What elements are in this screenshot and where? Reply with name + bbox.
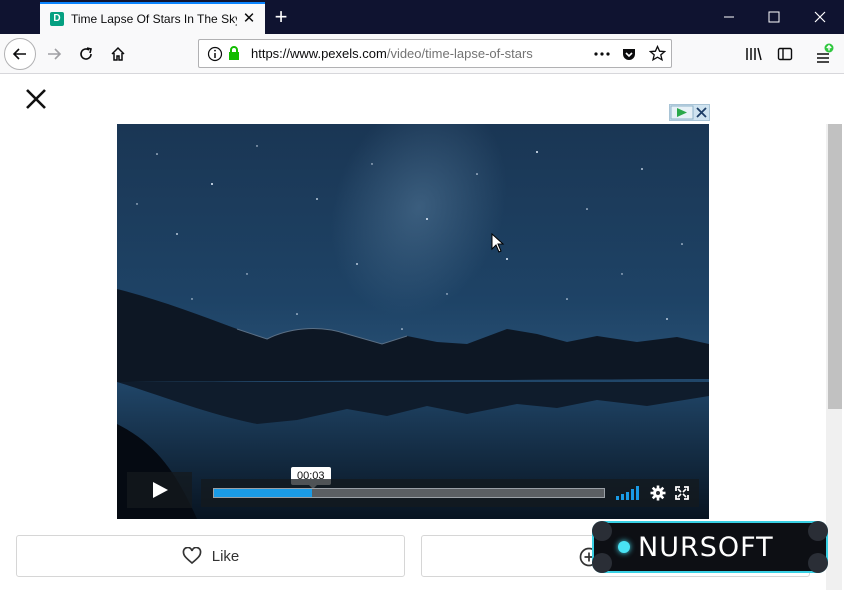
starry-night-video-frame: [117, 124, 709, 519]
url-text[interactable]: https://www.pexels.com/video/time-lapse-…: [251, 46, 556, 61]
watermark-logo: NURSOFT: [592, 521, 828, 573]
ad-close-icon[interactable]: [694, 105, 709, 120]
new-tab-button[interactable]: +: [270, 6, 292, 28]
reload-button[interactable]: [70, 38, 102, 70]
minimize-button[interactable]: [706, 0, 752, 34]
volume-level-icon[interactable]: [615, 486, 641, 500]
tab-title: Time Lapse Of Stars In The Sky: [71, 12, 237, 26]
mouse-cursor-icon: [491, 233, 505, 253]
home-button[interactable]: [102, 38, 134, 70]
progress-bar[interactable]: [213, 488, 605, 498]
scrollbar-thumb[interactable]: [828, 124, 842, 409]
watermark-text: NURSOFT: [638, 531, 774, 563]
ad-badge[interactable]: [669, 104, 710, 121]
reload-icon: [80, 47, 92, 60]
video-control-bar: [201, 479, 699, 507]
tab-close-icon[interactable]: ✕: [241, 11, 257, 27]
sidebar-icon: [777, 47, 793, 61]
watermark-dot-icon: [618, 541, 630, 553]
menu-button[interactable]: [808, 38, 840, 70]
video-player[interactable]: 00:03: [117, 124, 709, 519]
like-button[interactable]: Like: [16, 535, 405, 577]
heart-icon: [182, 547, 202, 565]
close-icon: [26, 89, 46, 109]
forward-arrow-icon: [48, 48, 62, 60]
bookmark-star-icon[interactable]: [649, 45, 666, 62]
tab-favicon-icon: D: [50, 12, 64, 26]
forward-button[interactable]: [38, 38, 70, 70]
url-host: https://www.pexels.com: [251, 46, 387, 61]
lock-icon: [229, 46, 239, 60]
settings-gear-icon[interactable]: [650, 485, 666, 501]
play-button[interactable]: [127, 472, 192, 508]
ad-play-icon: [670, 105, 694, 120]
url-bar[interactable]: https://www.pexels.com/video/time-lapse-…: [198, 39, 672, 68]
navigation-bar: https://www.pexels.com/video/time-lapse-…: [0, 34, 844, 74]
watermark-corner: [592, 521, 612, 541]
close-window-button[interactable]: [797, 0, 843, 34]
watermark-corner: [592, 553, 612, 573]
library-button[interactable]: [738, 38, 770, 70]
url-path: /video/time-lapse-of-stars: [386, 46, 533, 61]
play-icon: [152, 482, 168, 498]
hamburger-menu-icon: [817, 43, 834, 63]
home-icon: [111, 46, 125, 61]
maximize-icon: [768, 11, 780, 23]
info-icon[interactable]: [207, 46, 223, 62]
watermark-corner: [808, 521, 828, 541]
back-arrow-icon: [12, 48, 26, 60]
fullscreen-icon[interactable]: [675, 486, 689, 500]
minimize-icon: [724, 16, 734, 18]
back-button[interactable]: [4, 38, 36, 70]
sidebar-button[interactable]: [769, 38, 801, 70]
maximize-button[interactable]: [751, 0, 797, 34]
close-window-icon: [814, 11, 826, 23]
page-actions-icon[interactable]: [593, 47, 611, 61]
watermark-corner: [808, 553, 828, 573]
progress-fill: [214, 489, 312, 497]
title-bar: D Time Lapse Of Stars In The Sky ✕ +: [0, 0, 844, 34]
library-icon: [746, 47, 762, 61]
browser-tab[interactable]: D Time Lapse Of Stars In The Sky ✕: [40, 2, 265, 34]
modal-close-button[interactable]: [24, 87, 48, 111]
pocket-icon[interactable]: [621, 46, 637, 62]
page-content: 00:03 Like: [0, 75, 844, 590]
like-button-label: Like: [211, 547, 240, 565]
